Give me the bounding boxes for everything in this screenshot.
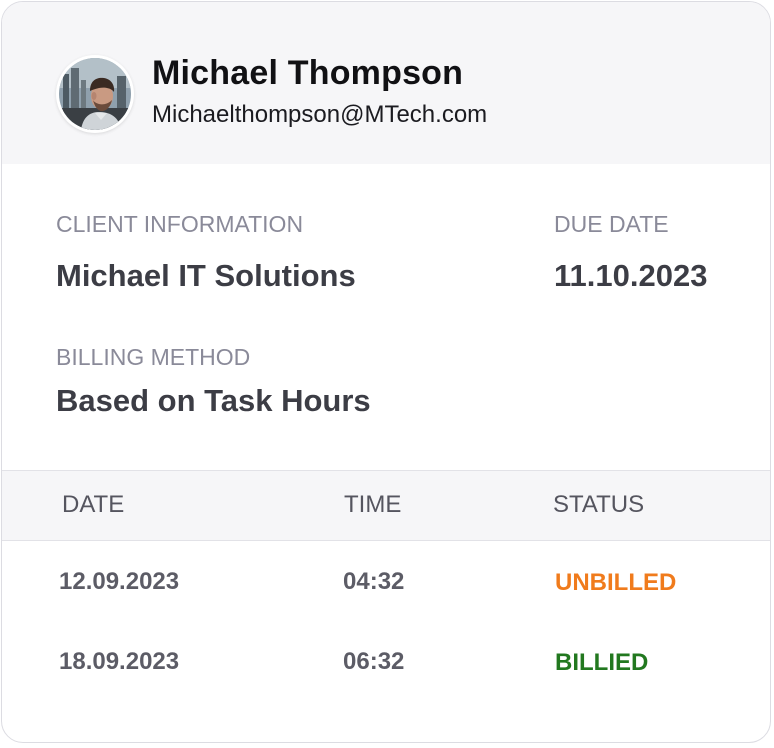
column-header-time[interactable]: TIME [344,491,401,519]
avatar[interactable] [56,55,134,133]
column-header-date[interactable]: DATE [62,491,124,519]
billing-method-value: Based on Task Hours [56,383,371,418]
billing-method-label: BILLING METHOD [56,344,251,370]
user-name: Michael Thompson [152,54,464,92]
client-info-label: CLIENT INFORMATION [56,211,304,237]
user-email[interactable]: Michaelthompson@MTech.com [152,101,487,129]
profile-header: Michael Thompson Michaelthompson@MTech.c… [2,2,770,164]
table-header: DATE TIME STATUS [2,470,770,541]
status-badge-billed: BILLIED [555,649,649,676]
row-time: 04:32 [343,568,405,595]
due-date-value: 11.10.2023 [554,258,708,293]
row-date: 18.09.2023 [59,648,180,675]
column-header-status[interactable]: STATUS [553,491,644,519]
invoice-card: Michael Thompson Michaelthompson@MTech.c… [1,1,771,743]
status-badge-unbilled: UNBILLED [555,569,677,596]
client-name: Michael IT Solutions [56,258,356,293]
row-time: 06:32 [343,648,405,675]
row-date: 12.09.2023 [59,568,180,595]
due-date-label: DUE DATE [554,211,669,237]
user-avatar-photo-icon [59,58,131,130]
